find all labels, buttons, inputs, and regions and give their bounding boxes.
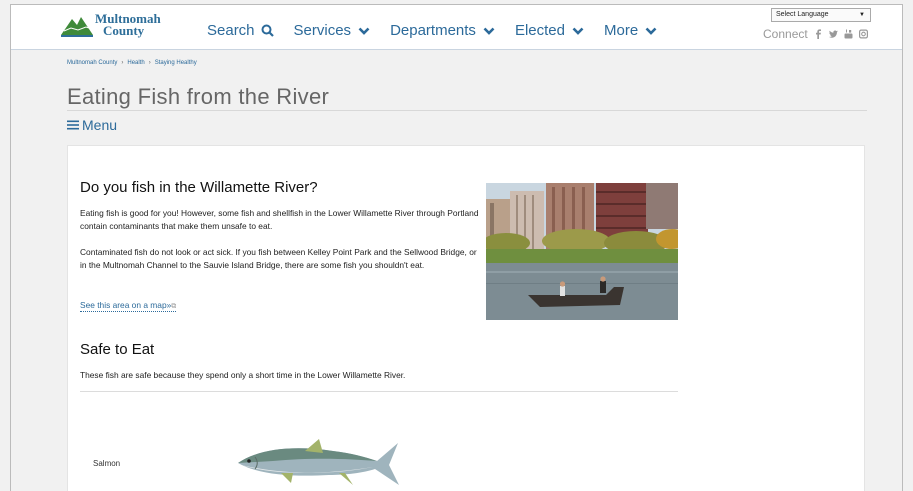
facebook-icon[interactable] [814, 29, 823, 39]
intro-paragraph: Eating fish is good for you! However, so… [80, 208, 479, 231]
nav-services-label: Services [293, 22, 352, 39]
logo-line2: County [103, 23, 145, 38]
map-link[interactable]: See this area on a map»⧉ [80, 300, 177, 312]
nav-more-label: More [603, 22, 639, 39]
site-header: Multnomah County Search Services Departm… [11, 5, 902, 50]
main-content: Do you fish in the Willamette River? Eat… [67, 145, 865, 491]
logo-wordmark: Multnomah County [95, 12, 161, 38]
chevron-down-icon [572, 27, 584, 35]
connect-label: Connect [763, 27, 808, 41]
menu-toggle[interactable]: Menu [67, 117, 117, 133]
nav-search[interactable]: Search [207, 22, 274, 39]
breadcrumb: Multnomah County › Health › Staying Heal… [67, 60, 197, 66]
warning-paragraph: Contaminated fish do not look or act sic… [80, 247, 477, 270]
breadcrumb-separator: › [148, 60, 151, 66]
hamburger-menu-icon [67, 120, 79, 130]
salmon-illustration [238, 439, 399, 485]
safe-paragraph: These fish are safe because they spend o… [80, 370, 406, 380]
connect-bar: Connect [763, 27, 868, 41]
twitter-icon[interactable] [828, 29, 838, 39]
breadcrumb-link[interactable]: Staying Healthy [155, 60, 197, 66]
menu-label: Menu [82, 117, 118, 133]
nav-elected[interactable]: Elected [515, 22, 584, 39]
river-photo [486, 183, 678, 320]
youtube-icon[interactable] [844, 29, 853, 39]
breadcrumb-link[interactable]: Health [127, 60, 144, 66]
main-nav: Search Services Departments Elected More [207, 22, 677, 39]
browser-viewport: Multnomah County Search Services Departm… [10, 4, 903, 491]
page-title: Eating Fish from the River [67, 84, 330, 109]
section-divider [80, 391, 678, 392]
title-divider [67, 110, 867, 111]
section-heading: Do you fish in the Willamette River? [80, 179, 318, 196]
language-select[interactable]: Select Language ▼ [771, 8, 871, 22]
chevron-down-icon [483, 27, 495, 35]
fish-name: Salmon [93, 459, 121, 468]
breadcrumb-separator: › [121, 60, 124, 66]
select-arrow-icon: ▼ [859, 12, 865, 18]
instagram-icon[interactable] [858, 29, 868, 39]
map-link-label: See this area on a map» [80, 300, 172, 310]
search-icon [261, 24, 274, 37]
nav-more[interactable]: More [604, 22, 657, 39]
nav-departments-label: Departments [390, 22, 476, 39]
section-heading: Safe to Eat [80, 341, 155, 358]
nav-departments[interactable]: Departments [390, 22, 495, 39]
chevron-down-icon [645, 27, 657, 35]
nav-elected-label: Elected [514, 22, 565, 39]
nav-search-label: Search [207, 22, 255, 39]
breadcrumb-link[interactable]: Multnomah County [67, 60, 117, 66]
nav-services[interactable]: Services [294, 22, 371, 39]
language-select-value: Select Language [776, 11, 829, 18]
chevron-down-icon [358, 27, 370, 35]
mountain-logo-icon [61, 17, 93, 37]
county-logo[interactable]: Multnomah County [61, 12, 161, 38]
external-link-icon: ⧉ [171, 303, 177, 310]
